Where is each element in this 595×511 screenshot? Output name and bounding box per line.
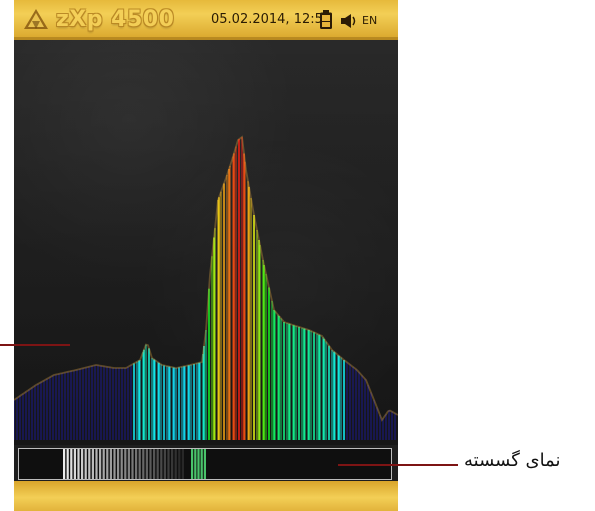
discrete-bar [66,449,69,479]
discrete-bar [124,449,127,479]
device-screenshot: zXp 4500 05.02.2014, 12:53 EN [14,0,398,511]
discrete-bar [145,449,148,479]
discrete-bar [181,449,184,479]
spectrum-graph [14,40,398,445]
discrete-view-svg [63,449,206,479]
discrete-bar [81,449,84,479]
discrete-bar [63,449,66,479]
discrete-bar [73,449,76,479]
discrete-bar [77,449,80,479]
discrete-bar [70,449,73,479]
discrete-bar-active [194,449,197,479]
discrete-bar [149,449,152,479]
discrete-bar-active [191,449,194,479]
discrete-bar [138,449,141,479]
discrete-bar [163,449,166,479]
discrete-bar [167,449,170,479]
discrete-bar [99,449,102,479]
discrete-bar [160,449,163,479]
discrete-bar [131,449,134,479]
discrete-bar-active [197,449,200,479]
discrete-bar [113,449,116,479]
left-callout-line [0,344,70,346]
logo-text: zXp 4500 [56,6,175,32]
bottom-bar [14,481,398,511]
status-bar: zXp 4500 05.02.2014, 12:53 EN [14,0,398,40]
discrete-bar [127,449,130,479]
language-selector[interactable]: EN [362,14,377,27]
discrete-bar [109,449,112,479]
discrete-bar [135,449,138,479]
brand-logo: zXp 4500 [22,5,174,33]
discrete-view-label: نمای گسسته [464,450,561,471]
spectrum-svg [14,40,398,445]
discrete-bar-active [200,449,203,479]
discrete-bar [95,449,98,479]
discrete-bar [171,449,174,479]
discrete-bar [156,449,159,479]
discrete-bar [142,449,145,479]
discrete-bar [88,449,91,479]
discrete-bar [178,449,181,479]
battery-icon[interactable] [319,10,333,30]
datetime-readout: 05.02.2014, 12:53 [211,12,332,27]
right-callout-line [338,464,458,466]
discrete-bar [174,449,177,479]
discrete-bar [91,449,94,479]
discrete-view-panel [14,445,398,481]
discrete-view-strip [18,448,392,480]
discrete-bar [84,449,87,479]
discrete-bar [102,449,105,479]
discrete-bar [117,449,120,479]
discrete-bar [153,449,156,479]
speaker-icon[interactable] [339,12,359,30]
discrete-bar [106,449,109,479]
discrete-bar [120,449,123,479]
discrete-bar-active [203,449,206,479]
pyramid-logo-icon [24,9,48,29]
